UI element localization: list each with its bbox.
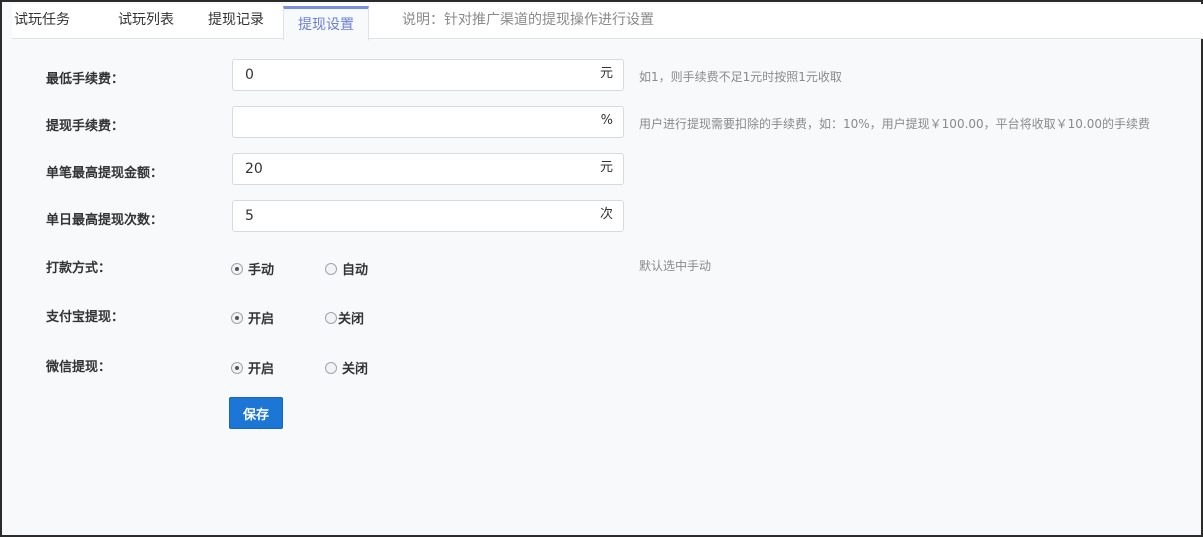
radio-checked-icon xyxy=(231,262,243,275)
pay-method-hint: 默认选中手动 xyxy=(639,259,712,273)
max-amount-label: 单笔最高提现金额： xyxy=(46,166,164,181)
pay-method-manual-radio[interactable]: 手动 xyxy=(231,259,274,278)
max-amount-field: 元 xyxy=(232,153,624,185)
tab-trial-list[interactable]: 试玩列表 xyxy=(118,4,174,39)
pay-method-auto-radio[interactable]: 自动 xyxy=(325,259,368,278)
tab-description: 说明：针对推广渠道的提现操作进行设置 xyxy=(402,12,654,28)
max-times-label: 单日最高提现次数： xyxy=(46,213,164,228)
page-frame: 试玩任务 试玩列表 提现记录 提现设置 说明：针对推广渠道的提现操作进行设置 最… xyxy=(0,0,1203,537)
wechat-off-radio[interactable]: 关闭 xyxy=(325,358,368,377)
tab-bar: 试玩任务 试玩列表 提现记录 提现设置 说明：针对推广渠道的提现操作进行设置 xyxy=(12,4,1203,41)
radio-unchecked-icon xyxy=(325,361,337,374)
min-fee-field: 元 xyxy=(232,59,624,91)
radio-checked-icon xyxy=(231,311,243,324)
min-fee-hint: 如1，则手续费不足1元时按照1元收取 xyxy=(639,70,842,84)
max-times-field: 次 xyxy=(232,200,624,232)
alipay-on-radio[interactable]: 开启 xyxy=(231,308,274,327)
pay-method-manual-label: 手动 xyxy=(248,263,275,278)
min-fee-unit: 元 xyxy=(599,66,613,81)
wechat-label: 微信提现： xyxy=(46,360,112,375)
max-times-input[interactable] xyxy=(233,201,583,231)
radio-unchecked-icon xyxy=(325,262,337,275)
radio-checked-icon xyxy=(231,361,243,374)
pay-method-auto-label: 自动 xyxy=(342,263,369,278)
wechat-on-label: 开启 xyxy=(248,362,275,377)
tab-trial-tasks[interactable]: 试玩任务 xyxy=(14,4,70,39)
min-fee-label: 最低手续费： xyxy=(46,72,125,87)
tab-withdraw-records[interactable]: 提现记录 xyxy=(208,4,264,39)
max-amount-input[interactable] xyxy=(233,154,583,184)
tab-withdraw-settings[interactable]: 提现设置 xyxy=(283,6,369,41)
fee-rate-unit: % xyxy=(600,113,613,128)
wechat-off-label: 关闭 xyxy=(342,362,369,377)
alipay-on-label: 开启 xyxy=(248,312,275,327)
min-fee-input[interactable] xyxy=(233,60,583,90)
save-button[interactable]: 保存 xyxy=(229,397,283,429)
fee-rate-input[interactable] xyxy=(233,107,583,137)
alipay-label: 支付宝提现： xyxy=(46,310,125,325)
radio-unchecked-icon xyxy=(325,311,337,324)
wechat-on-radio[interactable]: 开启 xyxy=(231,358,274,377)
fee-rate-hint: 用户进行提现需要扣除的手续费，如：10%，用户提现￥100.00，平台将收取￥1… xyxy=(639,117,1151,131)
max-times-unit: 次 xyxy=(599,207,613,222)
alipay-off-label: 关闭 xyxy=(338,312,365,327)
max-amount-unit: 元 xyxy=(599,160,613,175)
pay-method-label: 打款方式： xyxy=(46,261,112,276)
fee-rate-label: 提现手续费： xyxy=(46,119,125,134)
fee-rate-field: % xyxy=(232,106,624,138)
alipay-off-radio[interactable]: 关闭 xyxy=(325,308,364,327)
